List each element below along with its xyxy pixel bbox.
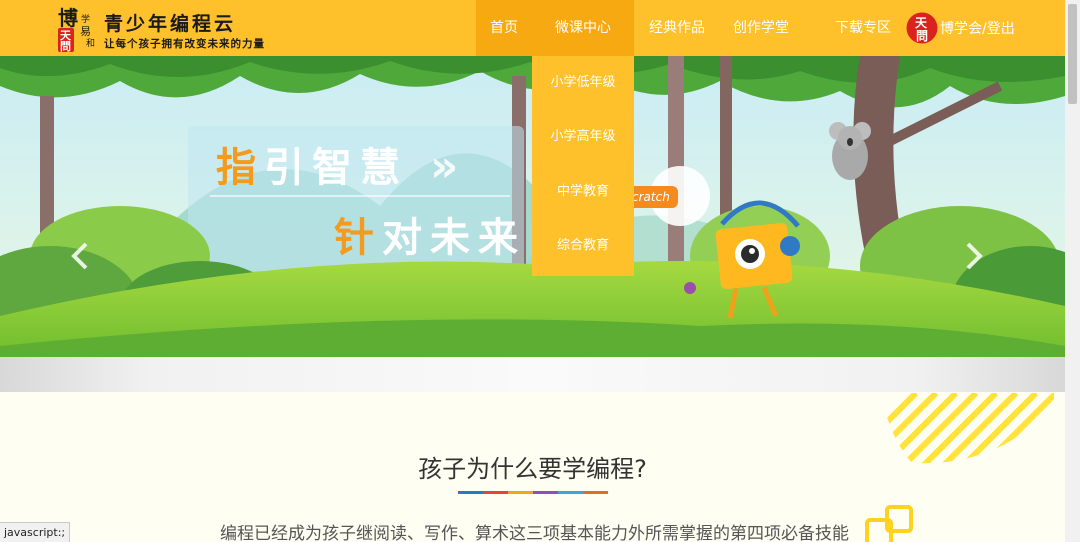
svg-text:易: 易 bbox=[80, 25, 91, 38]
double-chevron-right-icon: » bbox=[429, 141, 467, 192]
svg-text:博: 博 bbox=[58, 6, 78, 30]
carousel-prev-chevron-left-icon[interactable] bbox=[68, 236, 92, 276]
banner-slogan-line1-highlight: 指 bbox=[216, 145, 264, 191]
section-description: 编程已经成为孩子继阅读、写作、算术这三项基本能力外所需掌握的第四项必备技能 bbox=[220, 524, 849, 542]
svg-text:天: 天 bbox=[915, 16, 928, 30]
nav-item-home[interactable]: 首页 bbox=[476, 0, 532, 56]
site-logo[interactable]: 博 学 易 和 天 問 青少年编程云 让每个孩子拥有改变未来的力量 bbox=[56, 4, 286, 52]
browser-status-url: javascript:; bbox=[0, 522, 71, 542]
dropdown-item-middle-school[interactable]: 中学教育 bbox=[532, 165, 634, 219]
dropdown-item-primary-lower[interactable]: 小学低年级 bbox=[532, 56, 634, 110]
dropdown-item-primary-upper[interactable]: 小学高年级 bbox=[532, 110, 634, 164]
logo-seal-icon: 博 学 易 和 天 問 bbox=[58, 6, 95, 52]
nav-item-download[interactable]: 下载专区 bbox=[828, 0, 898, 56]
nav-item-works[interactable]: 经典作品 bbox=[642, 0, 712, 56]
svg-text:問: 問 bbox=[916, 29, 928, 43]
scrollbar-thumb[interactable] bbox=[1068, 4, 1077, 104]
banner-slogan-line1-text: 引智慧 bbox=[264, 145, 408, 191]
top-header: 博 学 易 和 天 問 青少年编程云 让每个孩子拥有改变未来的力量 首页 微课中… bbox=[0, 0, 1065, 56]
banner-slogan-line2-text: 对未来 bbox=[382, 215, 526, 261]
svg-text:学: 学 bbox=[81, 13, 90, 25]
nav-item-microcourse[interactable]: 微课中心 bbox=[532, 0, 634, 56]
carousel-pager-strip bbox=[0, 357, 1065, 392]
logout-link[interactable]: 登出 bbox=[987, 21, 1015, 37]
microcourse-dropdown-menu: 小学低年级 小学高年级 中学教育 综合教育 bbox=[532, 56, 634, 276]
svg-text:問: 問 bbox=[60, 40, 71, 52]
svg-text:和: 和 bbox=[86, 38, 95, 49]
banner-slogan-line1: 指引智慧 » bbox=[216, 135, 466, 193]
logo-slogan: 让每个孩子拥有改变未来的力量 bbox=[104, 38, 265, 50]
logo-title: 青少年编程云 bbox=[104, 13, 237, 35]
decorative-squares-icon bbox=[865, 505, 913, 542]
nav-item-studio[interactable]: 创作学堂 bbox=[726, 0, 796, 56]
dropdown-item-comprehensive[interactable]: 综合教育 bbox=[532, 219, 634, 273]
banner-slogan-line2-highlight: 针 bbox=[334, 215, 382, 261]
section-title-underline bbox=[458, 491, 608, 495]
user-profile-link[interactable]: 博学会 bbox=[940, 21, 982, 37]
carousel-next-chevron-right-icon[interactable] bbox=[962, 236, 986, 276]
banner-slogan-line2: 针对未来 bbox=[334, 205, 526, 263]
section-title: 孩子为什么要学编程? bbox=[418, 455, 647, 483]
user-avatar-badge-icon: 天 問 bbox=[906, 12, 938, 44]
page-scrollbar[interactable] bbox=[1065, 0, 1080, 542]
